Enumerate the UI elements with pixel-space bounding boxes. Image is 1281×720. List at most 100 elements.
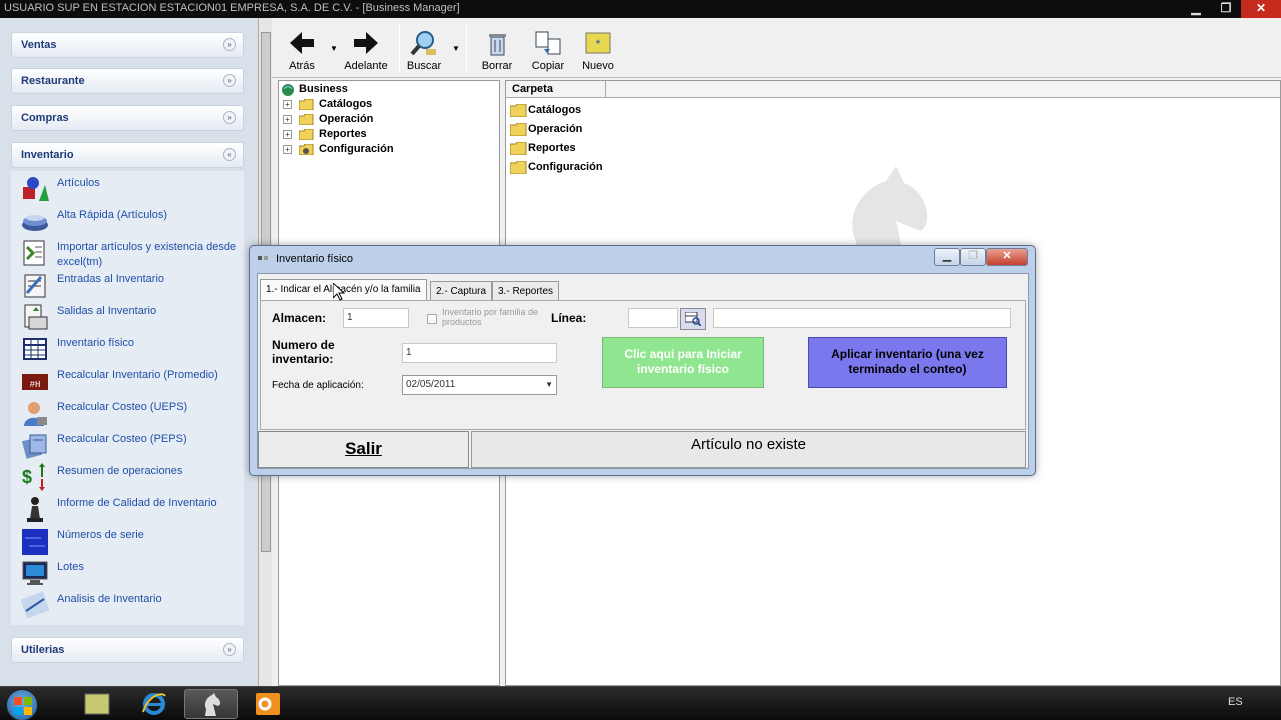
salir-button[interactable]: Salir xyxy=(258,431,469,468)
svg-text:*: * xyxy=(596,37,601,51)
tab-captura[interactable]: 2.- Captura xyxy=(430,281,493,300)
sidebar-item-numeros-serie[interactable]: Números de serie xyxy=(11,525,244,555)
grid-search-icon xyxy=(685,312,701,326)
expand-icon[interactable]: + xyxy=(283,130,292,139)
svg-text:$: $ xyxy=(22,467,32,487)
chart-icon xyxy=(21,591,49,619)
sidebar-item-informe-calidad[interactable]: Informe de Calidad de Inventario xyxy=(11,493,244,523)
forward-button[interactable]: Adelante xyxy=(338,26,394,76)
taskbar-app-business-manager[interactable] xyxy=(184,689,238,719)
sidebar-group-inventario[interactable]: Inventario « xyxy=(11,142,244,168)
new-button[interactable]: * Nuevo xyxy=(570,26,626,76)
search-dropdown-arrow-icon[interactable]: ▼ xyxy=(452,44,460,53)
taskbar-app-outlook[interactable] xyxy=(241,689,295,719)
close-button[interactable]: ✕ xyxy=(1241,0,1281,18)
sidebar-item-recalcular-ueps[interactable]: Recalcular Costeo (UEPS) xyxy=(11,397,244,427)
folder-icon xyxy=(299,129,314,140)
cards-icon xyxy=(21,434,47,459)
shapes-icon xyxy=(23,177,49,201)
sidebar-group-compras[interactable]: Compras » xyxy=(11,105,244,131)
sidebar-group-ventas[interactable]: Ventas » xyxy=(11,32,244,58)
dialog-close-button[interactable]: ✕ xyxy=(986,248,1028,266)
chess-icon xyxy=(27,497,43,522)
dialog-minimize-button[interactable]: ▁ xyxy=(934,248,960,266)
sidebar-item-entradas[interactable]: Entradas al Inventario xyxy=(11,269,244,299)
back-arrow-icon xyxy=(290,32,314,54)
linea-label: Línea: xyxy=(551,311,587,325)
maximize-button[interactable]: ❐ xyxy=(1211,0,1241,18)
chevron-expand-icon[interactable]: » xyxy=(223,111,236,124)
column-header-filler xyxy=(606,81,1280,98)
linea-input[interactable] xyxy=(628,308,678,328)
back-dropdown-arrow-icon[interactable]: ▼ xyxy=(330,44,338,53)
folder-icon xyxy=(510,142,527,155)
minimize-button[interactable]: ▁ xyxy=(1181,0,1211,18)
chevron-down-icon[interactable]: ▼ xyxy=(545,380,553,389)
delete-button[interactable]: Borrar xyxy=(469,26,525,76)
delete-icon xyxy=(489,34,506,56)
chevron-collapse-icon[interactable]: « xyxy=(223,148,236,161)
window-title: USUARIO SUP EN ESTACION ESTACION01 EMPRE… xyxy=(4,2,460,14)
group-label: Ventas xyxy=(21,39,57,51)
chevron-expand-icon[interactable]: » xyxy=(223,74,236,87)
sidebar-item-inventario-fisico[interactable]: Inventario físico xyxy=(11,333,244,363)
sidebar-item-articulos[interactable]: Artículos xyxy=(11,173,244,203)
folder-icon xyxy=(510,104,527,117)
sidebar-item-recalcular-peps[interactable]: Recalcular Costeo (PEPS) xyxy=(11,429,244,459)
entry-icon xyxy=(24,274,46,298)
exit-icon xyxy=(24,304,48,330)
taskbar: ES xyxy=(0,686,1281,720)
folder-icon xyxy=(510,161,527,174)
salir-button-label: Salir xyxy=(345,439,382,458)
column-header-carpeta[interactable]: Carpeta xyxy=(506,81,606,98)
numero-inventario-input[interactable]: 1 xyxy=(402,343,557,363)
person-icon xyxy=(24,402,47,426)
taskbar-app-explorer[interactable] xyxy=(70,689,124,719)
config-icon xyxy=(299,144,314,155)
inventario-item-list: Artículos Alta Rápida (Artículos) Import… xyxy=(11,171,244,625)
chevron-expand-icon[interactable]: » xyxy=(223,643,236,656)
search-icon xyxy=(410,31,436,56)
sidebar-item-analisis[interactable]: Analisis de Inventario xyxy=(11,589,244,619)
search-button[interactable]: Buscar xyxy=(396,26,452,76)
expand-icon[interactable]: + xyxy=(283,115,292,124)
fecha-label: Fecha de aplicación: xyxy=(272,380,364,391)
dialog-body: 1.- Indicar el Almacén y/o la familia 2.… xyxy=(257,273,1029,469)
expand-icon[interactable]: + xyxy=(283,100,292,109)
fecha-value: 02/05/2011 xyxy=(406,379,456,390)
sidebar-item-importar[interactable]: Importar artículos y existencia desde ex… xyxy=(11,237,244,271)
sidebar-group-utilerias[interactable]: Utilerias » xyxy=(11,637,244,663)
forward-arrow-icon xyxy=(354,32,378,54)
app-title-bar: USUARIO SUP EN ESTACION ESTACION01 EMPRE… xyxy=(0,0,1281,18)
windows-logo-icon xyxy=(14,697,32,715)
globe-icon xyxy=(282,84,294,96)
chevron-expand-icon[interactable]: » xyxy=(223,38,236,51)
fecha-date-picker[interactable]: 02/05/2011 ▼ xyxy=(402,375,557,395)
familia-checkbox[interactable] xyxy=(427,314,437,324)
language-indicator[interactable]: ES xyxy=(1228,696,1243,708)
copy-icon xyxy=(535,31,561,55)
folder-icon xyxy=(510,123,527,136)
sidebar-item-lotes[interactable]: Lotes xyxy=(11,557,244,587)
group-label: Compras xyxy=(21,112,69,124)
dollar-icon: $ xyxy=(22,463,45,491)
taskbar-app-internet-explorer[interactable] xyxy=(127,689,181,719)
group-label: Utilerias xyxy=(21,644,65,656)
iniciar-inventario-button[interactable]: Clic aqui para Iniciar inventario físico xyxy=(602,337,764,388)
tab-reportes[interactable]: 3.- Reportes xyxy=(492,281,560,300)
sidebar-item-salidas[interactable]: Salidas al Inventario xyxy=(11,301,244,331)
dialog-app-icon xyxy=(258,256,268,260)
copy-button[interactable]: Copiar xyxy=(520,26,576,76)
sidebar-group-restaurante[interactable]: Restaurante » xyxy=(11,68,244,94)
almacen-input[interactable]: 1 xyxy=(343,308,409,328)
sidebar-item-resumen[interactable]: $ Resumen de operaciones xyxy=(11,461,244,491)
linea-search-button[interactable] xyxy=(680,308,706,330)
numero-inventario-label: Numero de inventario: xyxy=(272,338,335,366)
dialog-maximize-button[interactable]: ❐ xyxy=(960,248,986,266)
sidebar-item-recalcular-promedio[interactable]: #H Recalcular Inventario (Promedio) xyxy=(11,365,244,395)
back-button[interactable]: Atrás xyxy=(274,26,330,76)
expand-icon[interactable]: + xyxy=(283,145,292,154)
start-button[interactable] xyxy=(6,689,38,720)
aplicar-inventario-button[interactable]: Aplicar inventario (una vez terminado el… xyxy=(808,337,1007,388)
sidebar-item-alta-rapida[interactable]: Alta Rápida (Artículos) xyxy=(11,205,244,235)
